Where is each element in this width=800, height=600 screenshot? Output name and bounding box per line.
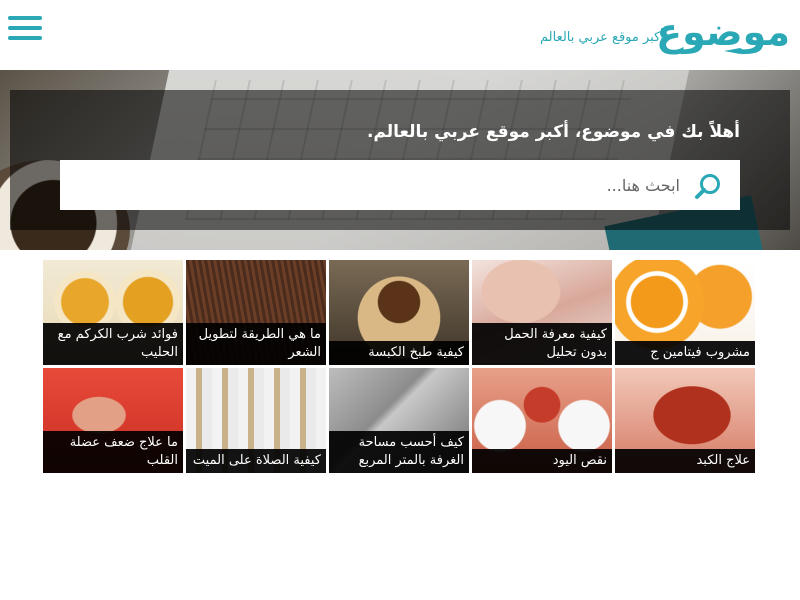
article-card[interactable]: نقص اليود xyxy=(472,368,612,473)
article-title: ما علاج ضعف عضلة القلب xyxy=(43,431,183,473)
article-card[interactable]: كيفية الصلاة على الميت xyxy=(186,368,326,473)
article-card[interactable]: كيفية معرفة الحمل بدون تحليل xyxy=(472,260,612,365)
article-title: فوائد شرب الكركم مع الحليب xyxy=(43,323,183,365)
pen-icon xyxy=(724,48,746,54)
article-card[interactable]: علاج الكبد xyxy=(615,368,755,473)
article-title: كيف أحسب مساحة الغرفة بالمتر المربع xyxy=(329,431,469,473)
article-title: ما هي الطريقة لتطويل الشعر xyxy=(186,323,326,365)
article-card[interactable]: فوائد شرب الكركم مع الحليب xyxy=(43,260,183,365)
search-icon[interactable] xyxy=(694,172,722,200)
welcome-heading: أهلاً بك في موضوع، أكبر موقع عربي بالعال… xyxy=(366,122,740,142)
article-title: كيفية الصلاة على الميت xyxy=(186,449,326,473)
hamburger-menu-icon[interactable] xyxy=(8,16,42,44)
article-title: مشروب فيتامين ج xyxy=(615,341,755,365)
article-title: نقص اليود xyxy=(472,449,612,473)
article-card[interactable]: مشروب فيتامين ج xyxy=(615,260,755,365)
hero-banner: أهلاً بك في موضوع، أكبر موقع عربي بالعال… xyxy=(0,70,800,250)
search-bar[interactable] xyxy=(60,160,740,210)
article-card[interactable]: ما هي الطريقة لتطويل الشعر xyxy=(186,260,326,365)
site-logo[interactable]: موضوع أكبر موقع عربي بالعالم xyxy=(540,10,791,60)
logo-tagline: أكبر موقع عربي بالعالم xyxy=(540,30,664,45)
article-card[interactable]: كيفية طبخ الكبسة xyxy=(329,260,469,365)
article-card[interactable]: كيف أحسب مساحة الغرفة بالمتر المربع xyxy=(329,368,469,473)
article-title: علاج الكبد xyxy=(615,449,755,473)
site-header: موضوع أكبر موقع عربي بالعالم xyxy=(0,0,800,70)
article-title: كيفية معرفة الحمل بدون تحليل xyxy=(472,323,612,365)
articles-grid: مشروب فيتامين ج كيفية معرفة الحمل بدون ت… xyxy=(43,260,755,473)
search-input[interactable] xyxy=(80,170,680,200)
article-card[interactable]: ما علاج ضعف عضلة القلب xyxy=(43,368,183,473)
article-title: كيفية طبخ الكبسة xyxy=(329,341,469,365)
